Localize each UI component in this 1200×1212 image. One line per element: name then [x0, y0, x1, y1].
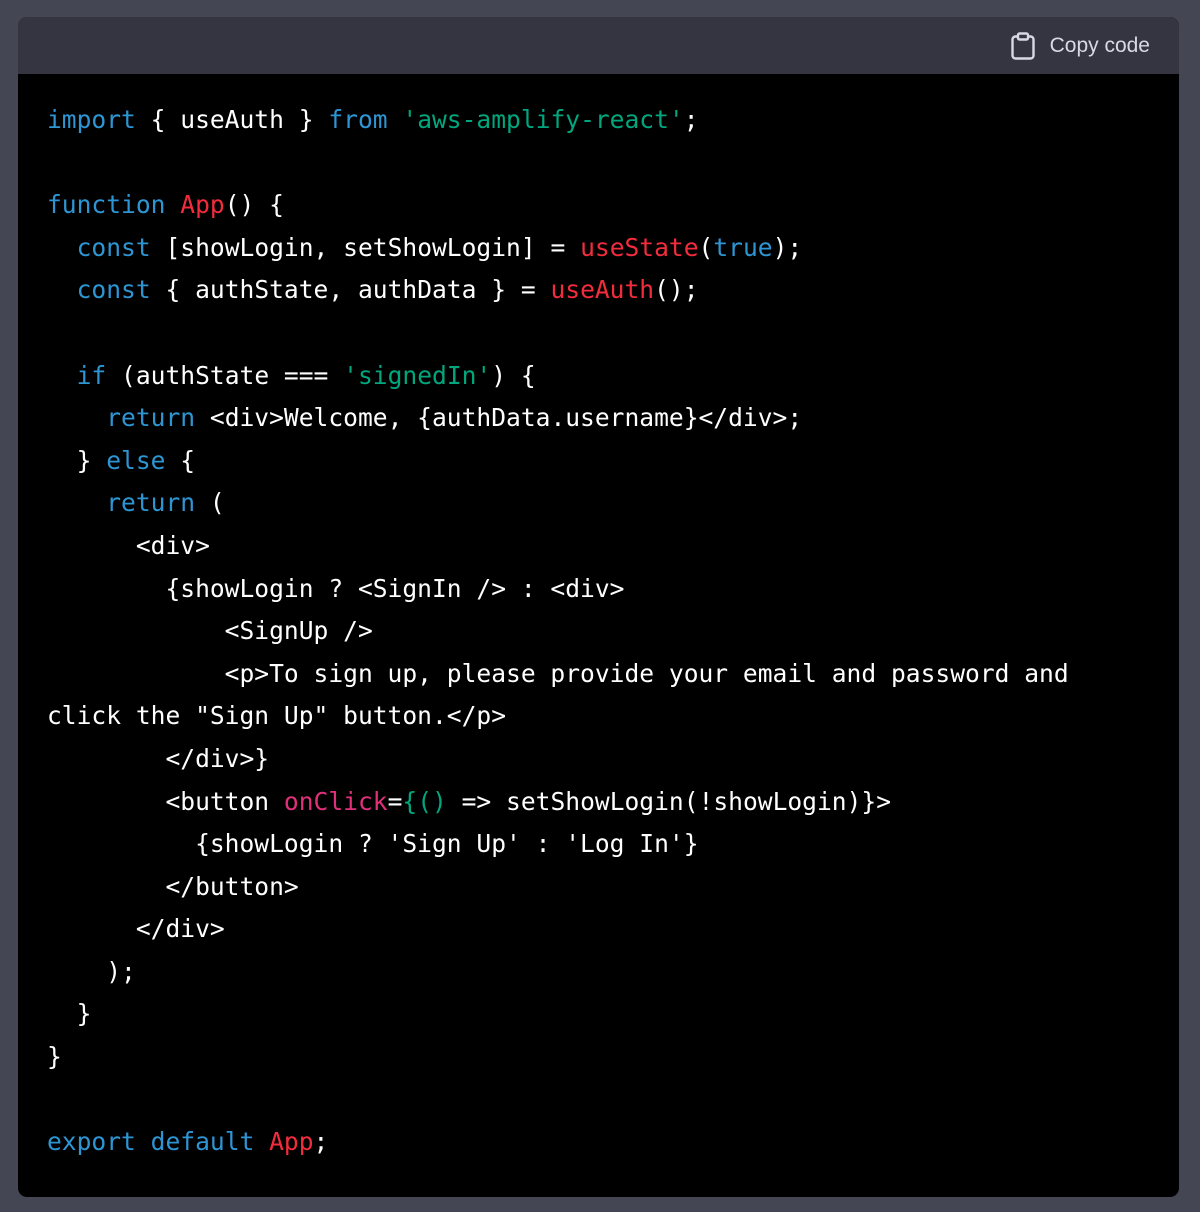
code-token: else	[106, 445, 166, 475]
code-token: {	[165, 445, 196, 475]
code-token: return	[106, 488, 196, 518]
code-token: ;	[313, 1127, 329, 1157]
code-line: }	[47, 993, 1069, 1036]
code-token: App	[180, 190, 225, 220]
clipboard-icon	[1010, 31, 1036, 60]
code-token: => setShowLogin(!showLogin)}>	[461, 786, 892, 816]
code-token: [showLogin, setShowLogin] =	[150, 232, 581, 262]
code-line: </div>	[47, 908, 1069, 951]
code-token: useState	[580, 232, 699, 262]
code-token: );	[47, 956, 136, 986]
code-token: click the "Sign Up" button.</p>	[47, 701, 507, 731]
code-token: <p>To sign up, please provide your email…	[47, 658, 1069, 688]
code-token: (	[195, 488, 225, 518]
code-token: <div>Welcome, {authData.username}</div>;	[195, 403, 803, 433]
code-line: const [showLogin, setShowLogin] = useSta…	[47, 227, 1069, 270]
code-token: onClick	[283, 786, 388, 816]
code-token: 'aws-amplify-react'	[402, 105, 684, 134]
code-token: const	[76, 232, 151, 262]
code-token: (authState ===	[106, 360, 344, 390]
code-line: } else {	[47, 440, 1069, 483]
code-token: () {	[224, 190, 284, 220]
code-token: export	[47, 1127, 136, 1157]
code-line: return <div>Welcome, {authData.username}…	[47, 397, 1069, 440]
code-token: { useAuth }	[135, 105, 329, 134]
code-line: }	[47, 1036, 1069, 1079]
code-token: </div>	[47, 914, 225, 944]
code-line: return (	[47, 482, 1069, 525]
code-token: {showLogin ? 'Sign Up' : 'Log In'}	[47, 829, 699, 859]
code-content: import { useAuth } from 'aws-amplify-rea…	[47, 99, 1069, 1164]
code-token: <div>	[47, 530, 210, 560]
code-token: );	[772, 232, 803, 262]
code-line: import { useAuth } from 'aws-amplify-rea…	[47, 99, 1069, 142]
code-block-header: Copy code	[18, 17, 1179, 74]
code-line: ​	[47, 312, 1069, 355]
code-line: </div>}	[47, 738, 1069, 781]
code-block: Copy code import { useAuth } from 'aws-a…	[18, 17, 1179, 1197]
code-token: import	[47, 105, 136, 134]
code-token: from	[328, 105, 388, 134]
code-token: }	[47, 999, 92, 1029]
code-line: <p>To sign up, please provide your email…	[47, 653, 1069, 696]
code-line: {showLogin ? 'Sign Up' : 'Log In'}	[47, 823, 1069, 866]
code-token: <SignUp />	[47, 616, 373, 646]
code-token: (	[698, 232, 714, 262]
code-line: <button onClick={() => setShowLogin(!sho…	[47, 781, 1069, 824]
code-line: export default App;	[47, 1121, 1069, 1164]
code-line: ​	[47, 142, 1069, 185]
code-line: click the "Sign Up" button.</p>	[47, 695, 1069, 738]
code-token: function	[47, 190, 166, 220]
copy-code-label: Copy code	[1049, 33, 1150, 57]
code-line: const { authState, authData } = useAuth(…	[47, 269, 1069, 312]
code-token: {()	[402, 786, 462, 816]
code-line: <SignUp />	[47, 610, 1069, 653]
code-line: {showLogin ? <SignIn /> : <div>	[47, 568, 1069, 611]
code-token: =	[387, 786, 403, 816]
code-line: );	[47, 951, 1069, 994]
code-token: { authState, authData } =	[150, 275, 551, 305]
code-token: useAuth	[550, 275, 655, 305]
code-line: ​	[47, 1079, 1069, 1122]
code-token: default	[150, 1127, 255, 1157]
code-token: App	[269, 1127, 314, 1157]
code-token: if	[76, 360, 107, 390]
code-token: </button>	[47, 871, 299, 901]
code-token: {showLogin ? <SignIn /> : <div>	[47, 573, 625, 603]
code-token: }	[47, 1042, 62, 1072]
code-line: function App() {	[47, 184, 1069, 227]
code-token: <button	[47, 786, 284, 816]
code-token: }	[47, 445, 107, 475]
code-token: ();	[654, 275, 699, 305]
code-line: if (authState === 'signedIn') {	[47, 355, 1069, 398]
code-token: ) {	[491, 360, 536, 390]
code-token: 'signedIn'	[343, 360, 492, 390]
code-token: const	[76, 275, 151, 305]
copy-code-button[interactable]: Copy code	[1010, 31, 1150, 60]
code-token: return	[106, 403, 196, 433]
code-line: </button>	[47, 866, 1069, 909]
code-line: <div>	[47, 525, 1069, 568]
code-token: ;	[683, 105, 699, 134]
code-token: true	[713, 232, 773, 262]
code-token: </div>}	[47, 743, 270, 773]
